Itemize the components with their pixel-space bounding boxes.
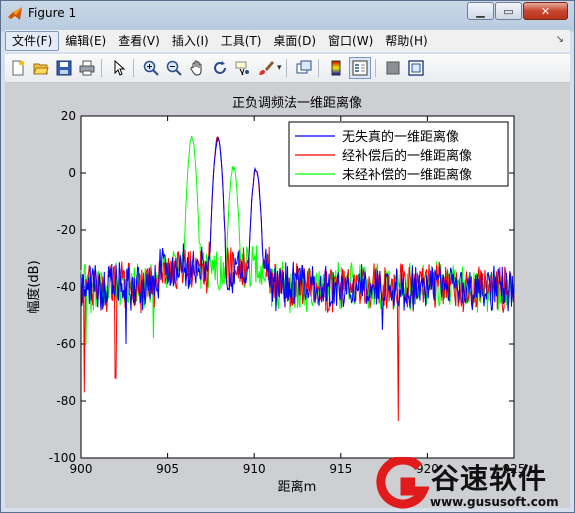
minimize-button[interactable]: ▁ — [467, 2, 494, 20]
brush-dropdown-arrow-icon[interactable]: ▾ — [277, 63, 282, 73]
window-title: Figure 1 — [28, 6, 77, 20]
watermark-name: 谷速软件 — [431, 462, 548, 495]
maximize-button[interactable]: ▭ — [495, 2, 522, 20]
brush-icon — [259, 61, 274, 75]
menu-window[interactable]: 窗口(W) — [322, 31, 379, 51]
figure-canvas: 正负调频法一维距离像 距离m 幅度(dB) 900 905 910 915 920 925… — [5, 83, 570, 508]
open-file-button[interactable] — [31, 58, 51, 78]
colorbar-button[interactable] — [326, 58, 346, 78]
print-button[interactable] — [77, 58, 97, 78]
x-axis-label: 距离m — [278, 479, 317, 495]
watermark-url: www.gususoft.com — [430, 495, 559, 509]
minimize-icon: ▁ — [476, 4, 485, 18]
gususoft-watermark: 谷速软件 www.gususoft.com — [375, 455, 575, 513]
gususoft-logo-icon — [376, 457, 429, 509]
rotate-3d-icon — [214, 61, 226, 74]
y-tick-label: -40 — [56, 280, 76, 294]
hide-plot-tools-icon — [386, 61, 400, 75]
menu-dock-arrow-icon[interactable]: ↘ — [556, 34, 564, 45]
link-plot-icon — [296, 60, 312, 74]
rotate-3d-button[interactable] — [210, 58, 230, 78]
close-icon: ✕ — [540, 4, 551, 18]
menu-desktop[interactable]: 桌面(D) — [267, 31, 322, 51]
show-plot-tools-icon — [407, 60, 424, 76]
menu-file[interactable]: 文件(F) — [5, 31, 60, 51]
pointer-icon — [114, 60, 126, 76]
toolbar-separator — [133, 59, 134, 77]
edit-plot-button[interactable] — [109, 58, 129, 78]
y-tick-label: 20 — [61, 109, 76, 123]
zoom-out-button[interactable] — [164, 58, 184, 78]
chart-title: 正负调频法一维距离像 — [232, 95, 362, 111]
menu-view[interactable]: 查看(V) — [112, 31, 166, 51]
pan-hand-icon — [190, 60, 202, 76]
close-button[interactable]: ✕ — [523, 2, 568, 20]
show-plot-tools-button[interactable] — [406, 58, 426, 78]
x-tick-label: 915 — [329, 462, 352, 476]
figure-toolbar: ▾ — [5, 54, 570, 83]
brush-button[interactable] — [256, 58, 276, 78]
zoom-in-button[interactable] — [141, 58, 161, 78]
colorbar-icon — [331, 60, 341, 76]
legend-label-2: 未经补偿的一维距离像 — [342, 167, 472, 183]
toolbar-separator — [374, 59, 376, 77]
menu-bar: 文件(F) 编辑(E) 查看(V) 插入(I) 工具(T) 桌面(D) 窗口(W… — [5, 30, 570, 52]
new-figure-button[interactable] — [8, 58, 28, 78]
toolbar-separator — [285, 59, 287, 77]
new-figure-icon — [12, 60, 25, 76]
save-icon — [56, 60, 72, 76]
toolbar-separator — [317, 59, 319, 77]
y-axis-label: 幅度(dB) — [26, 260, 42, 313]
zoom-out-icon — [166, 60, 182, 76]
menu-insert[interactable]: 插入(I) — [166, 31, 215, 51]
menu-tools[interactable]: 工具(T) — [215, 31, 268, 51]
legend-icon — [352, 60, 368, 76]
data-cursor-icon — [235, 61, 249, 76]
open-file-icon — [33, 63, 49, 75]
link-plot-button[interactable] — [294, 58, 314, 78]
maximize-icon: ▭ — [503, 4, 514, 18]
figure-window: Figure 1 ▁ ▭ ✕ 文件(F) 编辑(E) 查看(V) 插入(I) 工… — [0, 0, 575, 513]
x-tick-label: 910 — [243, 462, 266, 476]
save-button[interactable] — [54, 58, 74, 78]
legend[interactable]: 无失真的一维距离像经补偿后的一维距离像未经补偿的一维距离像 — [288, 121, 509, 187]
title-bar[interactable]: Figure 1 ▁ ▭ ✕ — [1, 1, 574, 27]
toolbar-separator — [101, 59, 102, 77]
y-tick-label: -80 — [56, 394, 76, 408]
print-icon — [79, 60, 95, 76]
matlab-logo-icon — [8, 7, 22, 20]
distance-profile-chart[interactable]: 正负调频法一维距离像 距离m 幅度(dB) 900 905 910 915 920 925… — [5, 83, 570, 508]
y-tick-label: -60 — [56, 337, 76, 351]
y-tick-label: -100 — [49, 451, 76, 465]
legend-label-1: 经补偿后的一维距离像 — [342, 148, 472, 164]
x-tick-label: 905 — [156, 462, 179, 476]
pan-button[interactable] — [187, 58, 207, 78]
legend-button[interactable] — [348, 57, 371, 79]
y-tick-label: -20 — [56, 223, 76, 237]
hide-plot-tools-button[interactable] — [383, 58, 403, 78]
data-cursor-button[interactable] — [233, 58, 253, 78]
y-tick-label: 0 — [68, 166, 76, 180]
legend-label-0: 无失真的一维距离像 — [342, 129, 459, 145]
zoom-in-icon — [143, 60, 159, 76]
menu-edit[interactable]: 编辑(E) — [59, 31, 112, 51]
menu-help[interactable]: 帮助(H) — [379, 31, 433, 51]
